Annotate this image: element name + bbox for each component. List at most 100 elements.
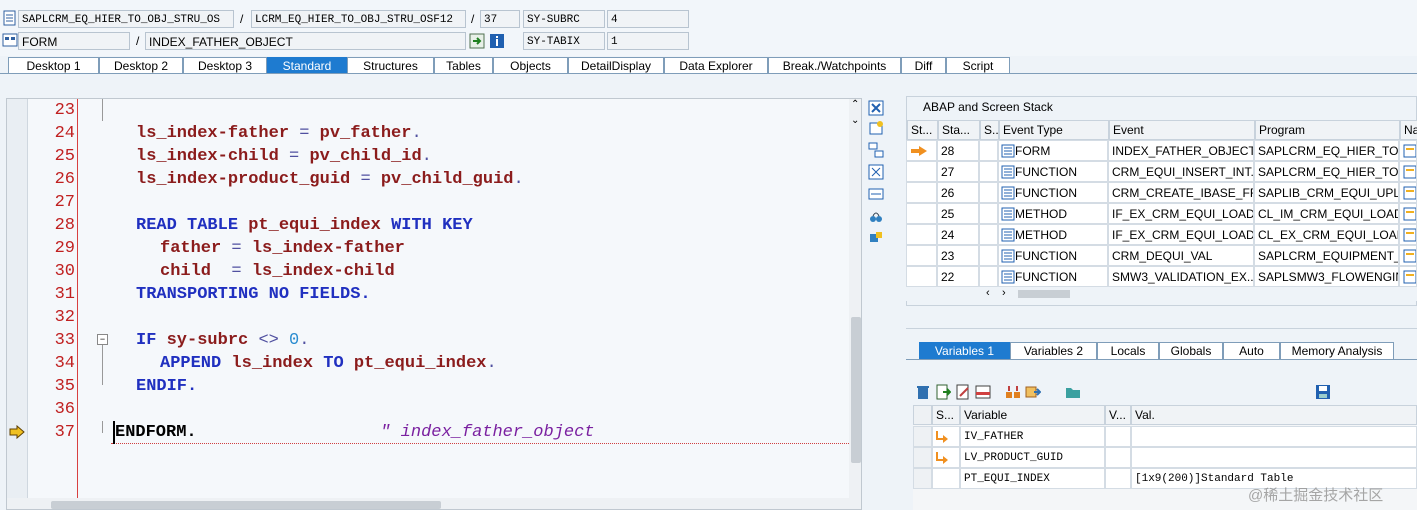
stack-row[interactable]: 26 FUNCTION CRM_CREATE_IBASE_FR... SAPLIB_C… <box>906 182 1417 203</box>
program-field[interactable]: SAPLCRM_EQ_HIER_TO_OBJ_STRU_OS <box>18 10 234 28</box>
swap-icon[interactable] <box>868 142 884 158</box>
tab-variables-1[interactable]: Variables 1 <box>919 342 1010 359</box>
code-line-26[interactable]: ls_index-product_guid = pv_child_guid. <box>136 168 524 191</box>
save-icon[interactable] <box>1315 384 1331 400</box>
col-header[interactable]: Val. <box>1131 405 1417 425</box>
stack-row[interactable]: 27 FUNCTION CRM_EQUI_INSERT_INT... SAPLCRM_… <box>906 161 1417 182</box>
variable-row[interactable]: IV_FATHER <box>913 426 1417 447</box>
sysvar2-name-field[interactable]: SY-TABIX <box>523 32 605 50</box>
stack-row[interactable]: 22 FUNCTION SMW3_VALIDATION_EX... SAPLSMW3_… <box>906 266 1417 287</box>
source-editor[interactable]: 23 24 25 26 27 28 29 30 31 32 33 34 35 3… <box>6 98 862 510</box>
navigate-icon[interactable] <box>469 33 485 49</box>
tab-auto[interactable]: Auto <box>1223 342 1280 359</box>
tab-diff[interactable]: Diff <box>901 57 946 74</box>
insert-icon[interactable] <box>1005 384 1021 400</box>
code-line-29[interactable]: father = ls_index-father <box>160 237 405 260</box>
tab-data-explorer[interactable]: Data Explorer <box>664 57 768 74</box>
scroll-left-icon[interactable]: ‹ <box>986 287 990 299</box>
sysvar-value-field[interactable]: 4 <box>607 10 689 28</box>
new-window-icon[interactable] <box>868 120 884 136</box>
code-line-31[interactable]: TRANSPORTING NO FIELDS. <box>136 283 371 306</box>
navigate-icon[interactable] <box>1403 165 1417 179</box>
navigate-icon[interactable] <box>1403 207 1417 221</box>
navigate-icon[interactable] <box>1403 186 1417 200</box>
navigate-icon[interactable] <box>1403 228 1417 242</box>
transfer-icon[interactable] <box>1025 384 1041 400</box>
resize-icon[interactable] <box>868 186 884 202</box>
code-line-35[interactable]: ENDIF. <box>136 375 197 398</box>
maximize-icon[interactable] <box>868 164 884 180</box>
horizontal-scrollbar[interactable] <box>7 498 849 509</box>
close-icon[interactable] <box>868 100 884 116</box>
tool-icon[interactable] <box>868 230 884 246</box>
line-field[interactable]: 37 <box>480 10 520 28</box>
tab-globals[interactable]: Globals <box>1159 342 1223 359</box>
code-token: WITH KEY <box>391 216 473 235</box>
tab-desktop-2[interactable]: Desktop 2 <box>99 57 183 74</box>
navigate-icon[interactable] <box>1403 249 1417 263</box>
fold-toggle[interactable]: − <box>97 334 108 345</box>
col-header[interactable]: V... <box>1105 405 1131 425</box>
event-name-field[interactable]: INDEX_FATHER_OBJECT <box>145 32 466 50</box>
stack-row[interactable]: 25 METHOD IF_EX_CRM_EQUI_LOAD... CL_IM_CRM_… <box>906 203 1417 224</box>
table-icon[interactable] <box>975 384 991 400</box>
scroll-down-icon[interactable]: ⌄ <box>851 115 859 126</box>
tab-objects[interactable]: Objects <box>493 57 568 74</box>
tab-memory-analysis[interactable]: Memory Analysis <box>1280 342 1394 359</box>
tab-tables[interactable]: Tables <box>434 57 493 74</box>
folder-icon[interactable] <box>1065 384 1081 400</box>
col-header[interactable]: Event Type <box>999 120 1109 140</box>
scroll-up-icon[interactable]: ⌃ <box>851 99 859 110</box>
variable-cell <box>913 447 932 468</box>
scroll-thumb[interactable] <box>51 501 441 509</box>
sysvar-name-field[interactable]: SY-SUBRC <box>523 10 605 28</box>
navigate-icon[interactable] <box>1403 144 1417 158</box>
event-type-field[interactable]: FORM <box>18 32 130 50</box>
col-header[interactable]: Na <box>1400 120 1417 140</box>
col-header[interactable]: Variable <box>960 405 1105 425</box>
col-header[interactable]: S... <box>980 120 999 140</box>
variable-row[interactable]: LV_PRODUCT_GUID <box>913 447 1417 468</box>
tab-script[interactable]: Script <box>946 57 1010 74</box>
tab-break-watchpoints[interactable]: Break./Watchpoints <box>768 57 901 74</box>
navigate-icon[interactable] <box>1403 270 1417 284</box>
scroll-thumb[interactable] <box>1018 290 1070 298</box>
tab-structures[interactable]: Structures <box>347 57 434 74</box>
code-line-25[interactable]: ls_index-child = pv_child_id. <box>136 145 432 168</box>
variable-cell[interactable] <box>1131 447 1417 468</box>
tab-locals[interactable]: Locals <box>1097 342 1159 359</box>
scroll-right-icon[interactable]: › <box>1002 287 1006 299</box>
col-header[interactable]: Event <box>1109 120 1255 140</box>
code-line-33[interactable]: IF sy-subrc <> 0. <box>136 329 309 352</box>
code-line-34[interactable]: APPEND ls_index TO pt_equi_index. <box>160 352 497 375</box>
code-line-24[interactable]: ls_index-father = pv_father. <box>136 122 422 145</box>
tab-detaildisplay[interactable]: DetailDisplay <box>568 57 664 74</box>
stack-row[interactable]: 23 FUNCTION CRM_DEQUI_VAL SAPLCRM_EQUIPMENT… <box>906 245 1417 266</box>
tab-standard[interactable]: Standard <box>267 57 347 74</box>
scroll-thumb[interactable] <box>851 317 861 463</box>
stack-cell <box>1399 266 1417 287</box>
info-icon[interactable] <box>489 33 505 49</box>
settings-icon[interactable] <box>868 208 884 224</box>
stack-hscroll[interactable]: ‹ › <box>906 287 1417 301</box>
include-field[interactable]: LCRM_EQ_HIER_TO_OBJ_STRU_OSF12 <box>251 10 466 28</box>
col-header[interactable]: S... <box>932 405 960 425</box>
tab-desktop-3[interactable]: Desktop 3 <box>183 57 267 74</box>
breakpoint-gutter[interactable] <box>7 99 28 509</box>
variable-cell[interactable] <box>1131 426 1417 447</box>
code-line-30[interactable]: child = ls_index-child <box>160 260 395 283</box>
edit-icon[interactable] <box>955 384 971 400</box>
tab-desktop-1[interactable]: Desktop 1 <box>8 57 99 74</box>
tab-variables-2[interactable]: Variables 2 <box>1010 342 1097 359</box>
stack-row[interactable]: 24 METHOD IF_EX_CRM_EQUI_LOAD... CL_EX_CRM_… <box>906 224 1417 245</box>
col-header[interactable]: Program <box>1255 120 1400 140</box>
col-header[interactable]: St... <box>907 120 938 140</box>
delete-icon[interactable] <box>915 384 931 400</box>
vertical-scrollbar[interactable]: ⌃ ⌄ <box>849 99 861 509</box>
code-line-37[interactable]: ENDFORM. " index_father_object <box>113 421 595 444</box>
import-icon[interactable] <box>935 384 951 400</box>
col-header[interactable]: Sta... <box>938 120 980 140</box>
sysvar2-value-field[interactable]: 1 <box>607 32 689 50</box>
code-line-28[interactable]: READ TABLE pt_equi_index WITH KEY <box>136 214 473 237</box>
stack-row[interactable]: 28 FORM INDEX_FATHER_OBJECT SAPLCRM_EQ_HIER… <box>906 140 1417 161</box>
